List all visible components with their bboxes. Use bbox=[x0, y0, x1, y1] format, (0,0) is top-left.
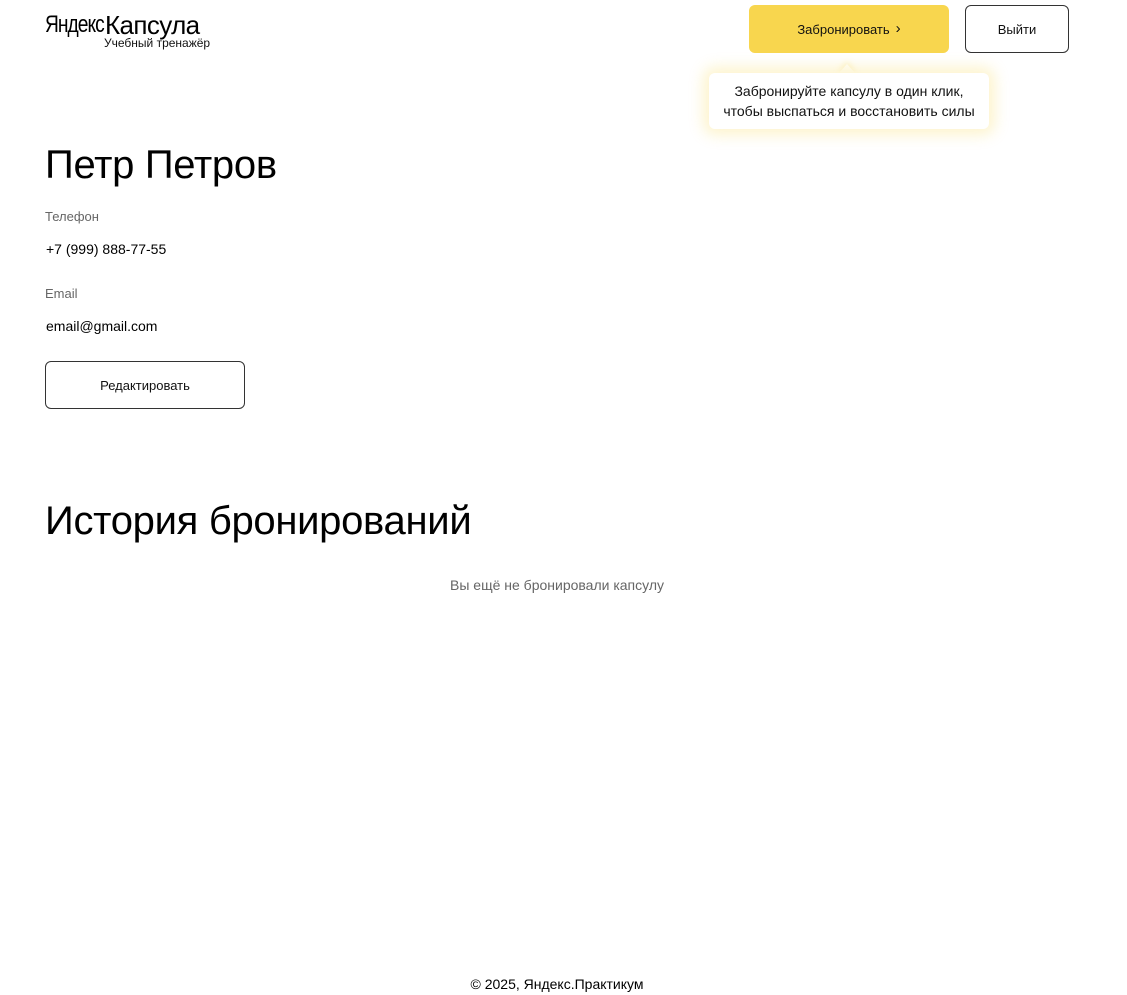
email-label: Email bbox=[45, 286, 78, 301]
logo-brand: Яндекс bbox=[45, 11, 105, 38]
profile-name: Петр Петров bbox=[45, 143, 277, 187]
phone-label: Телефон bbox=[45, 209, 99, 224]
page: Яндекс Капсула Учебный тренажёр Забронир… bbox=[0, 0, 1127, 995]
tooltip-line-2: чтобы выспаться и восстановить силы bbox=[723, 103, 975, 119]
logo-subtitle: Учебный тренажёр bbox=[104, 36, 211, 50]
book-button-label: Забронировать bbox=[797, 21, 890, 37]
book-button[interactable]: Забронировать › bbox=[749, 5, 949, 53]
email-value: email@gmail.com bbox=[46, 318, 158, 334]
history-empty-state: Вы ещё не бронировали капсулу bbox=[450, 577, 664, 593]
tooltip-text: Забронируйте капсулу в один клик, чтобы … bbox=[723, 81, 974, 121]
tooltip-line-1: Забронируйте капсулу в один клик, bbox=[734, 83, 964, 99]
logout-button[interactable]: Выйти bbox=[965, 5, 1069, 53]
phone-value: +7 (999) 888-77-55 bbox=[46, 241, 167, 257]
booking-tooltip: Забронируйте капсулу в один клик, чтобы … bbox=[709, 73, 989, 129]
edit-button[interactable]: Редактировать bbox=[45, 361, 245, 409]
logo[interactable]: Яндекс Капсула Учебный тренажёр bbox=[45, 10, 215, 52]
history-title: История бронирований bbox=[45, 499, 472, 543]
footer-copyright: © 2025, Яндекс.Практикум bbox=[470, 976, 644, 992]
chevron-right-icon: › bbox=[895, 19, 901, 37]
